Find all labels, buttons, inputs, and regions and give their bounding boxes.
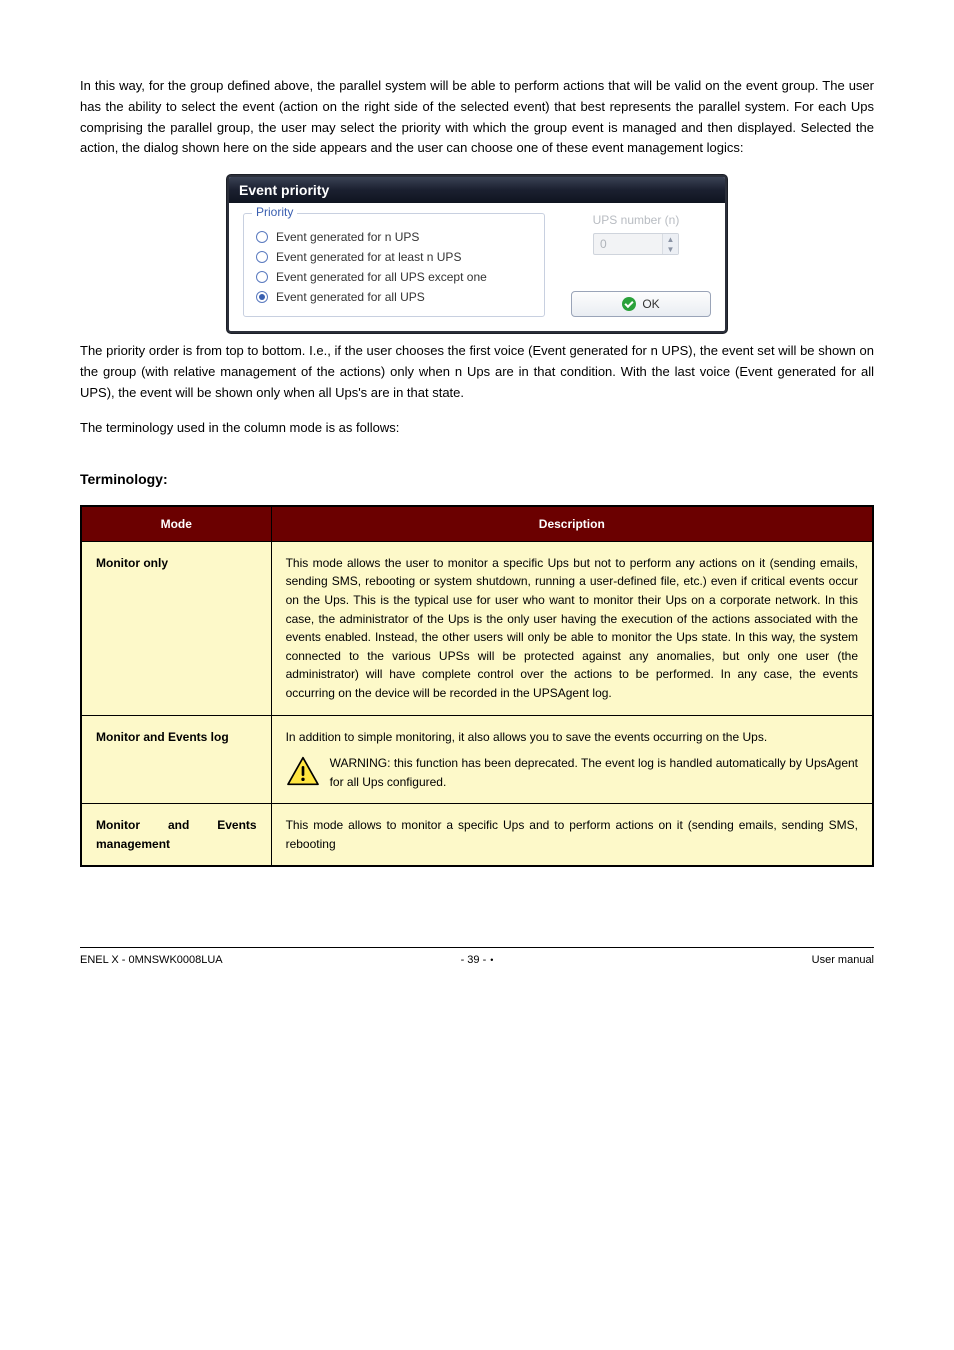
modes-table: Mode Description Monitor only This mode …	[80, 505, 874, 868]
check-icon	[622, 297, 636, 311]
radio-icon	[256, 271, 268, 283]
mode-name: Monitor only	[96, 556, 168, 570]
radio-icon	[256, 291, 268, 303]
radio-icon	[256, 231, 268, 243]
table-row: Monitor and Events management This mode …	[81, 804, 873, 867]
footer-page: - 39 -	[461, 954, 487, 966]
radio-icon	[256, 251, 268, 263]
radio-option-3[interactable]: Event generated for all UPS	[256, 290, 532, 304]
dialog-title: Event priority	[229, 177, 725, 203]
chevron-down-icon[interactable]: ▼	[663, 244, 678, 254]
event-priority-dialog: Event priority Priority Event generated …	[227, 175, 727, 333]
radio-option-2[interactable]: Event generated for all UPS except one	[256, 270, 532, 284]
radio-label: Event generated for at least n UPS	[276, 250, 461, 264]
radio-label: Event generated for all UPS except one	[276, 270, 487, 284]
terminology-heading: Terminology:	[80, 468, 874, 490]
ups-number-stepper[interactable]: 0 ▲ ▼	[593, 233, 679, 255]
priority-legend: Priority	[252, 205, 297, 219]
footer-left: ENEL X - 0MNSWK0008LUA	[80, 954, 223, 966]
page-footer: ENEL X - 0MNSWK0008LUA - 39 - • User man…	[80, 947, 874, 966]
footer-right: User manual	[812, 954, 874, 966]
table-row: Monitor only This mode allows the user t…	[81, 541, 873, 715]
table-row: Monitor and Events log In addition to si…	[81, 715, 873, 804]
intro-paragraph: In this way, for the group defined above…	[80, 76, 874, 159]
warning-icon	[286, 756, 320, 786]
ups-number-value: 0	[594, 234, 662, 254]
ok-button-label: OK	[642, 297, 659, 311]
mode-desc-plain: In addition to simple monitoring, it als…	[286, 728, 858, 747]
mode-desc: This mode allows to monitor a specific U…	[271, 804, 873, 867]
radio-option-1[interactable]: Event generated for at least n UPS	[256, 250, 532, 264]
priority-fieldset: Priority Event generated for n UPS Event…	[243, 213, 545, 317]
mode-desc: In addition to simple monitoring, it als…	[271, 715, 873, 804]
mode-name: Monitor and Events log	[96, 730, 229, 744]
radio-label: Event generated for n UPS	[276, 230, 419, 244]
ups-number-label: UPS number (n)	[561, 213, 711, 227]
table-header-mode: Mode	[81, 506, 271, 542]
bullet-icon: •	[490, 955, 493, 965]
mode-warning-text: WARNING: this function has been deprecat…	[330, 754, 858, 791]
radio-option-0[interactable]: Event generated for n UPS	[256, 230, 532, 244]
mode-name: Monitor and Events management	[96, 818, 257, 851]
mode-desc: This mode allows the user to monitor a s…	[271, 541, 873, 715]
table-header-desc: Description	[271, 506, 873, 542]
chevron-up-icon[interactable]: ▲	[663, 234, 678, 244]
radio-label: Event generated for all UPS	[276, 290, 425, 304]
post-paragraph-1: The priority order is from top to bottom…	[80, 341, 874, 403]
ok-button[interactable]: OK	[571, 291, 711, 317]
post-paragraph-2: The terminology used in the column mode …	[80, 418, 874, 439]
